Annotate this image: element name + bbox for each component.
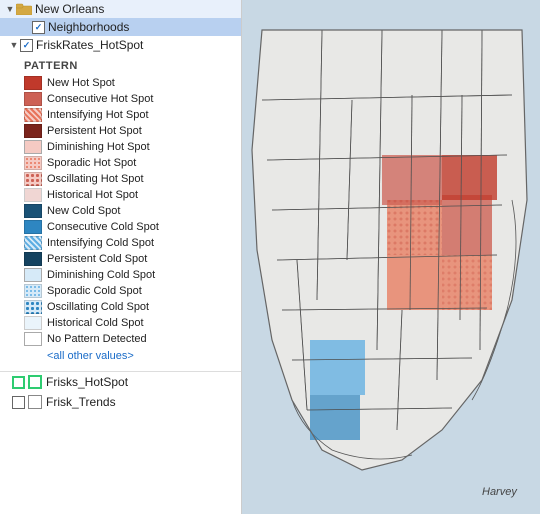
checkbox-neighborhoods[interactable] (32, 21, 45, 34)
friskrates-label: FriskRates_HotSpot (36, 38, 143, 52)
pattern-section: PATTERN New Hot Spot Consecutive Hot Spo… (0, 54, 241, 367)
label-consecutive-hot: Consecutive Hot Spot (47, 93, 153, 105)
layer-panel[interactable]: ▼ New Orleans Neighborhoods ▼ FriskRates… (0, 0, 242, 514)
frisks-hotspot-label: Frisks_HotSpot (46, 375, 128, 389)
legend-oscillating-cold: Oscillating Cold Spot (24, 299, 233, 315)
toggle-neighborhoods[interactable] (20, 21, 32, 33)
legend-consecutive-cold: Consecutive Cold Spot (24, 219, 233, 235)
swatch-diminishing-cold (24, 268, 42, 282)
legend-oscillating-hot: Oscillating Hot Spot (24, 171, 233, 187)
toggle-new-orleans[interactable]: ▼ (4, 3, 16, 15)
label-historical-cold: Historical Cold Spot (47, 317, 144, 329)
swatch-sporadic-cold (24, 284, 42, 298)
legend-diminishing-hot: Diminishing Hot Spot (24, 139, 233, 155)
checkbox-friskrates[interactable] (20, 39, 33, 52)
legend-persistent-hot: Persistent Hot Spot (24, 123, 233, 139)
legend-diminishing-cold: Diminishing Cold Spot (24, 267, 233, 283)
legend-new-hot: New Hot Spot (24, 75, 233, 91)
label-persistent-cold: Persistent Cold Spot (47, 253, 147, 265)
tree-item-frisk-trends[interactable]: Frisk_Trends (0, 392, 241, 412)
swatch-historical-hot (24, 188, 42, 202)
legend-intensifying-hot: Intensifying Hot Spot (24, 107, 233, 123)
swatch-no-pattern (24, 332, 42, 346)
swatch-consecutive-hot (24, 92, 42, 106)
tree-item-frisks-hotspot[interactable]: Frisks_HotSpot (0, 372, 241, 392)
tree-root-new-orleans[interactable]: ▼ New Orleans (0, 0, 241, 18)
swatch-oscillating-cold (24, 300, 42, 314)
legend-new-cold: New Cold Spot (24, 203, 233, 219)
map-panel[interactable]: Harvey (242, 0, 540, 514)
label-consecutive-cold: Consecutive Cold Spot (47, 221, 159, 233)
swatch-historical-cold (24, 316, 42, 330)
toggle-friskrates[interactable]: ▼ (8, 39, 20, 51)
swatch-oscillating-hot (24, 172, 42, 186)
legend-historical-hot: Historical Hot Spot (24, 187, 233, 203)
label-sporadic-hot: Sporadic Hot Spot (47, 157, 136, 169)
legend-no-pattern: No Pattern Detected (24, 331, 233, 347)
swatch-diminishing-hot (24, 140, 42, 154)
swatch-new-hot (24, 76, 42, 90)
label-new-cold: New Cold Spot (47, 205, 120, 217)
tree-item-neighborhoods[interactable]: Neighborhoods (0, 18, 241, 36)
legend-consecutive-hot: Consecutive Hot Spot (24, 91, 233, 107)
label-persistent-hot: Persistent Hot Spot (47, 125, 142, 137)
frisks-hotspot-icon (28, 375, 42, 389)
checkbox-frisk-trends[interactable] (12, 396, 25, 409)
swatch-consecutive-cold (24, 220, 42, 234)
all-other-values[interactable]: <all other values> (24, 350, 233, 362)
folder-icon (16, 3, 32, 15)
svg-text:Harvey: Harvey (482, 486, 518, 498)
label-diminishing-hot: Diminishing Hot Spot (47, 141, 150, 153)
bottom-layers: Frisks_HotSpot Frisk_Trends (0, 371, 241, 412)
swatch-new-cold (24, 204, 42, 218)
label-no-pattern: No Pattern Detected (47, 333, 147, 345)
label-sporadic-cold: Sporadic Cold Spot (47, 285, 142, 297)
swatch-intensifying-cold (24, 236, 42, 250)
legend-sporadic-cold: Sporadic Cold Spot (24, 283, 233, 299)
label-historical-hot: Historical Hot Spot (47, 189, 138, 201)
legend-persistent-cold: Persistent Cold Spot (24, 251, 233, 267)
frisk-trends-label: Frisk_Trends (46, 395, 116, 409)
swatch-persistent-cold (24, 252, 42, 266)
pattern-header: PATTERN (24, 60, 233, 72)
label-intensifying-cold: Intensifying Cold Spot (47, 237, 154, 249)
label-oscillating-cold: Oscillating Cold Spot (47, 301, 149, 313)
label-oscillating-hot: Oscillating Hot Spot (47, 173, 144, 185)
neighborhoods-label: Neighborhoods (48, 20, 129, 34)
swatch-persistent-hot (24, 124, 42, 138)
legend-historical-cold: Historical Cold Spot (24, 315, 233, 331)
label-diminishing-cold: Diminishing Cold Spot (47, 269, 155, 281)
swatch-intensifying-hot (24, 108, 42, 122)
label-intensifying-hot: Intensifying Hot Spot (47, 109, 149, 121)
legend-sporadic-hot: Sporadic Hot Spot (24, 155, 233, 171)
tree-item-friskrates[interactable]: ▼ FriskRates_HotSpot (0, 36, 241, 54)
label-new-hot: New Hot Spot (47, 77, 115, 89)
checkbox-frisks-hotspot[interactable] (12, 376, 25, 389)
map-svg: Harvey (242, 0, 540, 514)
root-label: New Orleans (35, 2, 104, 16)
legend-intensifying-cold: Intensifying Cold Spot (24, 235, 233, 251)
frisk-trends-icon (28, 395, 42, 409)
swatch-sporadic-hot (24, 156, 42, 170)
map-container[interactable]: Harvey (242, 0, 540, 514)
